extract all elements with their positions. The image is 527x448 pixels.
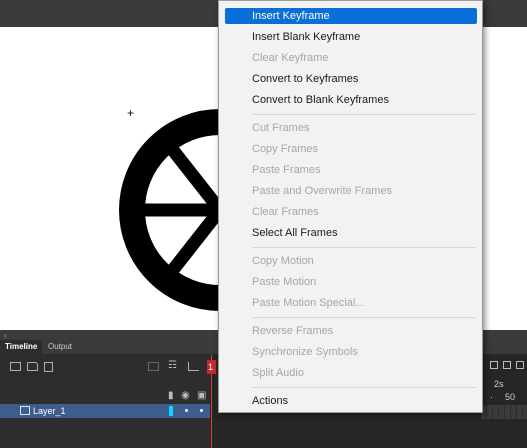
crosshair-icon: + [127,106,135,120]
menu-separator [252,247,476,248]
menu-item-clear-keyframe[interactable]: Clear Keyframe [225,50,477,66]
playhead-frame-number: 1 [208,362,214,372]
layer-type-icon [20,406,30,415]
ruler-ticks: · [490,392,493,402]
collapse-icon[interactable]: ‹ [4,331,7,340]
tab-output[interactable]: Output [43,340,77,354]
menu-item-actions[interactable]: Actions [225,393,477,409]
menu-separator [252,317,476,318]
menu-item-split-audio[interactable]: Split Audio [225,365,477,381]
menu-item-paste-frames[interactable]: Paste Frames [225,162,477,178]
context-menu: Insert Keyframe Insert Blank Keyframe Clea… [218,0,483,413]
delete-layer-icon[interactable] [44,362,53,372]
highlight-layer-icon[interactable]: ▮ [168,390,174,401]
edit-multiple-frames-icon[interactable] [503,361,511,369]
layer-color-swatch[interactable] [169,406,173,416]
new-layer-icon[interactable] [10,362,21,371]
menu-item-paste-motion[interactable]: Paste Motion [225,274,477,290]
parent-layer-icon[interactable]: ☶ [168,360,179,371]
tab-timeline[interactable]: Timeline [0,340,43,354]
menu-item-insert-keyframe[interactable]: Insert Keyframe [225,8,477,24]
menu-item-copy-frames[interactable]: Copy Frames [225,141,477,157]
ruler-time-label: 2s [494,379,504,389]
new-folder-icon[interactable] [27,362,38,371]
graph-icon[interactable] [188,362,199,371]
onion-skin-icon[interactable] [490,361,498,369]
menu-separator [252,387,476,388]
eye-icon[interactable]: ◉ [181,390,190,401]
frame-cells[interactable] [481,405,527,419]
menu-separator [252,114,476,115]
menu-item-reverse-frames[interactable]: Reverse Frames [225,323,477,339]
layer-header: ▮ ◉ ▣ [0,380,210,404]
menu-item-select-all-frames[interactable]: Select All Frames [225,225,477,241]
lock-dot[interactable] [200,409,203,412]
menu-item-copy-motion[interactable]: Copy Motion [225,253,477,269]
ruler-frame-label: 50 [505,392,516,402]
menu-item-cut-frames[interactable]: Cut Frames [225,120,477,136]
menu-item-convert-to-blank-keyframes[interactable]: Convert to Blank Keyframes [225,92,477,108]
frame-options-icon[interactable] [516,361,524,369]
layer-name[interactable]: Layer_1 [33,404,66,418]
visibility-dot[interactable] [185,409,188,412]
menu-item-insert-blank-keyframe[interactable]: Insert Blank Keyframe [225,29,477,45]
lock-icon[interactable]: ▣ [197,390,206,401]
menu-item-paste-and-overwrite-frames[interactable]: Paste and Overwrite Frames [225,183,477,199]
menu-item-convert-to-keyframes[interactable]: Convert to Keyframes [225,71,477,87]
camera-icon[interactable] [148,362,159,371]
menu-item-paste-motion-special[interactable]: Paste Motion Special... [225,295,477,311]
menu-item-synchronize-symbols[interactable]: Synchronize Symbols [225,344,477,360]
menu-item-clear-frames[interactable]: Clear Frames [225,204,477,220]
layer-row[interactable]: Layer_1 [0,404,210,418]
